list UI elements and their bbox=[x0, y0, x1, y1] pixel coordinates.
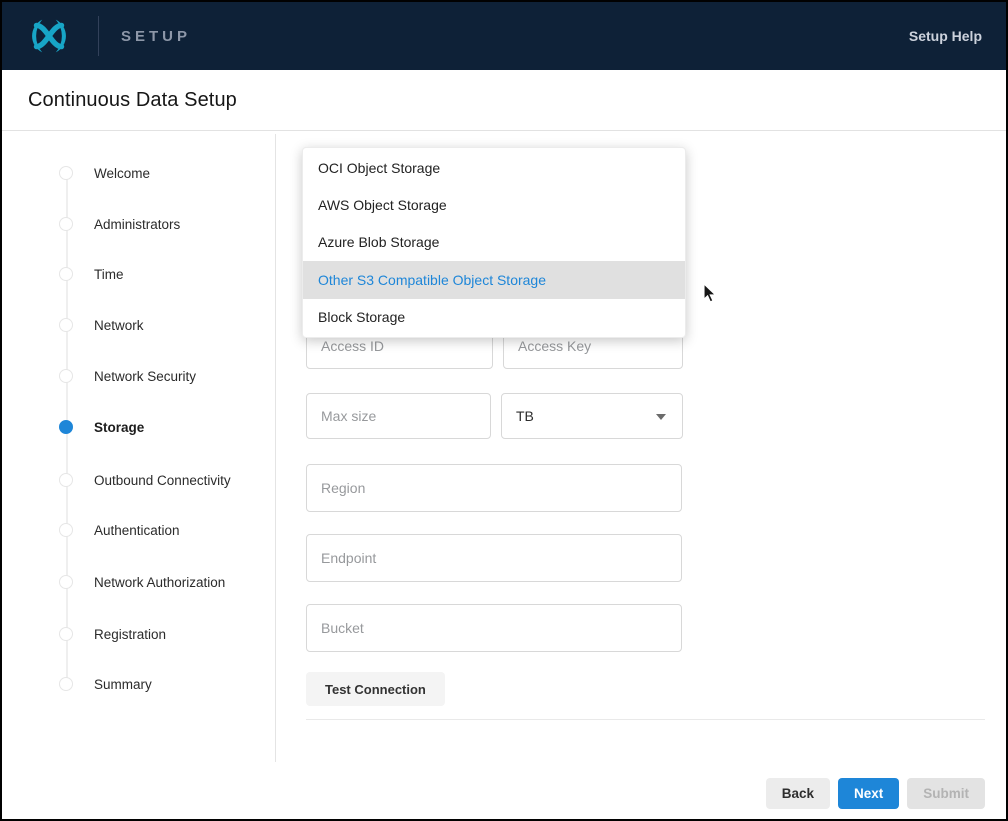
region-input[interactable] bbox=[306, 464, 682, 512]
max-size-input[interactable] bbox=[306, 393, 491, 439]
step-network-authorization[interactable]: Network Authorization bbox=[59, 573, 225, 591]
step-circle-icon bbox=[59, 166, 73, 180]
delphix-logo-icon bbox=[20, 16, 78, 56]
step-circle-icon bbox=[59, 677, 73, 691]
footer-actions: Back Next Submit bbox=[766, 778, 985, 809]
step-label: Authentication bbox=[94, 523, 180, 538]
storage-type-dropdown-menu: OCI Object Storage AWS Object Storage Az… bbox=[302, 147, 686, 338]
size-unit-value: TB bbox=[516, 408, 534, 424]
app-window: SETUP Setup Help Continuous Data Setup W… bbox=[0, 0, 1008, 821]
step-circle-icon bbox=[59, 575, 73, 589]
step-circle-icon bbox=[59, 473, 73, 487]
step-network[interactable]: Network bbox=[59, 316, 144, 334]
step-outbound-connectivity[interactable]: Outbound Connectivity bbox=[59, 471, 231, 489]
step-label: Time bbox=[94, 267, 124, 282]
dropdown-option-other-s3-compatible[interactable]: Other S3 Compatible Object Storage bbox=[303, 261, 685, 298]
step-label: Registration bbox=[94, 627, 166, 642]
step-label: Summary bbox=[94, 677, 152, 692]
step-circle-active-icon bbox=[59, 420, 73, 434]
step-label: Network Authorization bbox=[94, 575, 225, 590]
next-button[interactable]: Next bbox=[838, 778, 899, 809]
back-button[interactable]: Back bbox=[766, 778, 830, 809]
step-authentication[interactable]: Authentication bbox=[59, 521, 180, 539]
step-circle-icon bbox=[59, 217, 73, 231]
step-label: Network bbox=[94, 318, 144, 333]
setup-help-link[interactable]: Setup Help bbox=[909, 2, 982, 70]
header-divider bbox=[98, 16, 99, 56]
page-title: Continuous Data Setup bbox=[28, 89, 237, 112]
step-welcome[interactable]: Welcome bbox=[59, 164, 150, 182]
sidebar-divider bbox=[275, 134, 276, 762]
step-registration[interactable]: Registration bbox=[59, 625, 166, 643]
arrow-cursor-icon bbox=[703, 283, 718, 309]
step-storage[interactable]: Storage bbox=[59, 418, 144, 436]
step-label: Network Security bbox=[94, 369, 196, 384]
step-circle-icon bbox=[59, 369, 73, 383]
dropdown-option-oci-object-storage[interactable]: OCI Object Storage bbox=[303, 149, 685, 186]
title-bar: Continuous Data Setup bbox=[2, 70, 1006, 131]
submit-button: Submit bbox=[907, 778, 985, 809]
chevron-down-icon bbox=[656, 414, 666, 420]
dropdown-option-block-storage[interactable]: Block Storage bbox=[303, 299, 685, 336]
step-circle-icon bbox=[59, 267, 73, 281]
step-circle-icon bbox=[59, 318, 73, 332]
step-label: Storage bbox=[94, 420, 144, 435]
step-label: Welcome bbox=[94, 166, 150, 181]
step-administrators[interactable]: Administrators bbox=[59, 215, 180, 233]
step-circle-icon bbox=[59, 627, 73, 641]
test-connection-button[interactable]: Test Connection bbox=[306, 672, 445, 706]
step-time[interactable]: Time bbox=[59, 265, 124, 283]
content-area: Welcome Administrators Time Network Netw… bbox=[2, 132, 1006, 819]
step-network-security[interactable]: Network Security bbox=[59, 367, 196, 385]
step-summary[interactable]: Summary bbox=[59, 675, 152, 693]
app-header: SETUP Setup Help bbox=[2, 2, 1006, 70]
dropdown-option-azure-blob-storage[interactable]: Azure Blob Storage bbox=[303, 224, 685, 261]
dropdown-option-aws-object-storage[interactable]: AWS Object Storage bbox=[303, 186, 685, 223]
step-circle-icon bbox=[59, 523, 73, 537]
size-unit-select[interactable]: TB bbox=[501, 393, 683, 439]
bucket-input[interactable] bbox=[306, 604, 682, 652]
endpoint-input[interactable] bbox=[306, 534, 682, 582]
product-label: SETUP bbox=[121, 28, 191, 45]
step-label: Administrators bbox=[94, 217, 180, 232]
section-divider bbox=[306, 719, 985, 720]
step-label: Outbound Connectivity bbox=[94, 473, 231, 488]
